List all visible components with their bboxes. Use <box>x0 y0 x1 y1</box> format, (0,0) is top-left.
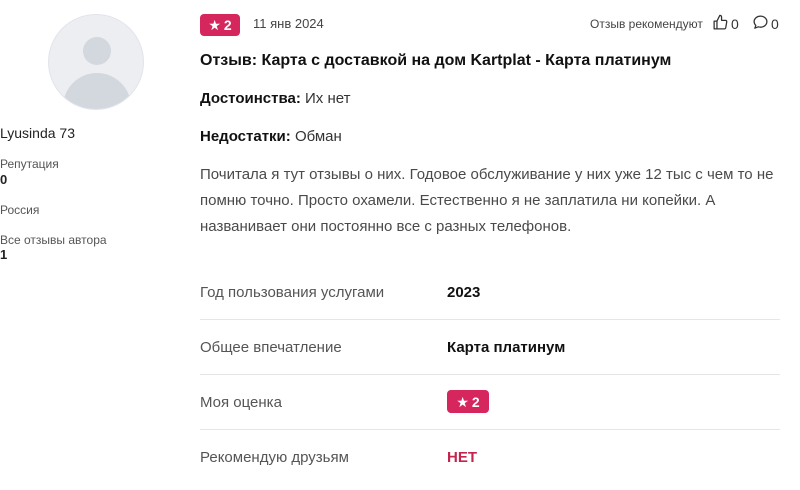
avatar-head-shape <box>83 37 111 65</box>
cons: Недостатки: Обман <box>200 128 342 145</box>
impression-label: Общее впечатление <box>200 339 342 356</box>
author-name[interactable]: Lyusinda 73 <box>0 125 192 141</box>
star-icon: ★ <box>208 17 221 33</box>
all-reviews-count[interactable]: 1 <box>0 247 192 262</box>
year-value: 2023 <box>447 284 481 301</box>
thumbs-up-icon <box>712 14 731 34</box>
review-text: Почитала я тут отзывы о них. Годовое обс… <box>200 166 774 235</box>
comment-button[interactable]: 0 <box>752 14 779 34</box>
pros-value: Их нет <box>305 90 351 107</box>
detail-row-impression: Общее впечатление Карта платинум <box>200 320 780 375</box>
recommend-friends-label: Рекомендую друзьям <box>200 449 349 466</box>
reputation-label: Репутация <box>0 157 59 171</box>
author-country: Россия <box>0 203 40 217</box>
my-rating-label: Моя оценка <box>200 394 282 411</box>
detail-row-my-rating: Моя оценка ★ 2 <box>200 375 780 430</box>
recommend-friends-value: НЕТ <box>447 449 477 466</box>
avatar[interactable] <box>48 14 144 110</box>
review-title: Отзыв: Карта с доставкой на дом Kartplat… <box>200 52 672 69</box>
year-label: Год пользования услугами <box>200 284 385 301</box>
rating-value: 2 <box>223 17 232 33</box>
impression-value: Карта платинум <box>447 339 566 356</box>
comment-icon <box>752 14 771 34</box>
like-button[interactable]: 0 <box>712 14 739 34</box>
my-rating-value: 2 <box>471 393 480 410</box>
star-icon: ★ <box>456 393 469 410</box>
recommend-label: Отзыв рекомендуют <box>590 17 703 31</box>
detail-row-recommend: Рекомендую друзьям НЕТ <box>200 430 780 485</box>
rating-badge: ★ 2 <box>200 14 240 36</box>
pros: Достоинства: Их нет <box>200 90 350 107</box>
pros-label: Достоинства: <box>200 90 301 107</box>
comment-count: 0 <box>771 16 779 32</box>
cons-label: Недостатки: <box>200 128 291 145</box>
all-reviews-link[interactable]: Все отзывы автора <box>0 233 192 247</box>
like-count: 0 <box>731 16 739 32</box>
detail-row-year: Год пользования услугами 2023 <box>200 265 780 320</box>
my-rating-badge: ★ 2 <box>447 390 489 413</box>
cons-value: Обман <box>294 128 342 145</box>
avatar-body-shape <box>63 73 131 109</box>
review-date: 11 янв 2024 <box>253 16 324 31</box>
reputation-value: 0 <box>0 172 8 187</box>
